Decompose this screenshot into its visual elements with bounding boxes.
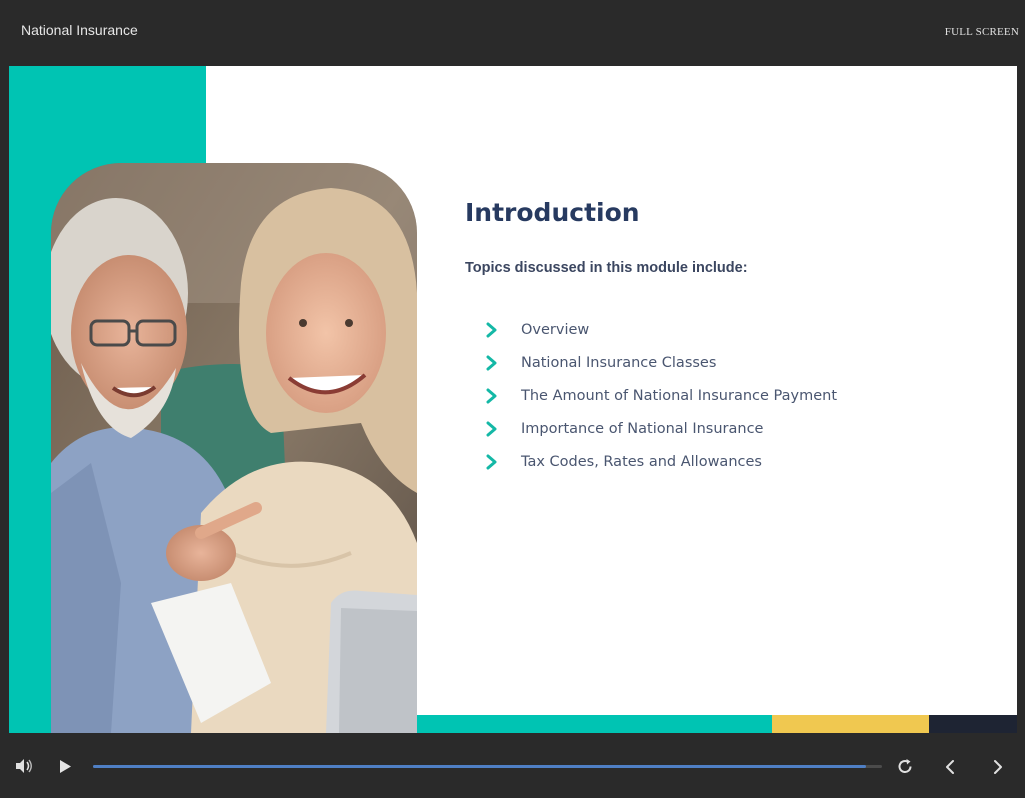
previous-icon[interactable]: [943, 759, 957, 775]
chevron-right-icon: [486, 421, 497, 436]
player-controls: [0, 733, 1025, 798]
topic-text: Overview: [521, 321, 590, 338]
topic-text: Tax Codes, Rates and Allowances: [521, 453, 762, 470]
progress-bar[interactable]: [93, 765, 882, 768]
list-item: The Amount of National Insurance Payment: [485, 379, 837, 412]
list-item: Importance of National Insurance: [485, 412, 837, 445]
list-item: National Insurance Classes: [485, 346, 837, 379]
topic-text: The Amount of National Insurance Payment: [521, 387, 838, 404]
list-item: Overview: [485, 313, 837, 346]
top-bar: National Insurance FULL SCREEN: [0, 0, 1025, 66]
fullscreen-button[interactable]: FULL SCREEN: [945, 26, 1019, 38]
photo-illustration: [51, 163, 417, 733]
footer-bar-yellow: [772, 715, 929, 733]
slide-photo: [51, 163, 417, 733]
topic-text: National Insurance Classes: [521, 354, 717, 371]
chevron-right-icon: [486, 355, 497, 370]
chevron-right-icon: [486, 322, 497, 337]
progress-fill: [93, 765, 867, 768]
topic-list: Overview National Insurance Classes The …: [485, 313, 837, 478]
slide: Introduction Topics discussed in this mo…: [9, 66, 1017, 733]
list-item: Tax Codes, Rates and Allowances: [485, 445, 837, 478]
topic-text: Importance of National Insurance: [521, 420, 764, 437]
replay-icon[interactable]: [897, 758, 914, 775]
slide-subheading: Topics discussed in this module include:: [465, 260, 748, 276]
course-title: National Insurance: [21, 22, 138, 38]
footer-bar-navy: [929, 715, 1017, 733]
play-icon[interactable]: [59, 759, 72, 774]
volume-icon[interactable]: [15, 758, 33, 774]
chevron-right-icon: [486, 388, 497, 403]
slide-heading: Introduction: [465, 198, 640, 227]
chevron-right-icon: [486, 454, 497, 469]
next-icon[interactable]: [991, 759, 1005, 775]
footer-bar-teal: [417, 715, 772, 733]
